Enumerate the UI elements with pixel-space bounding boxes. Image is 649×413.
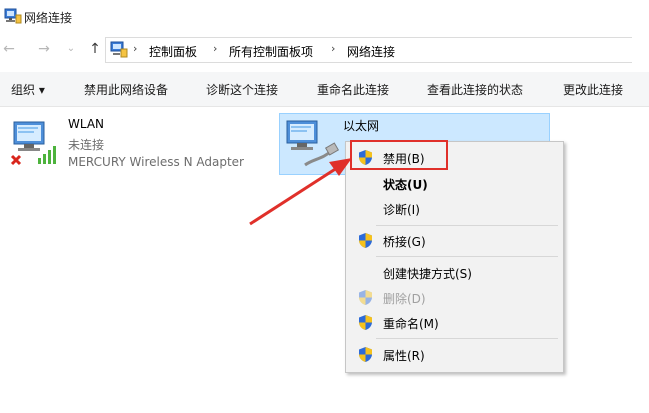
wireless-adapter-icon [10, 121, 56, 166]
connection-status: 未连接 [68, 138, 105, 152]
view-status-button[interactable]: 查看此连接的状态 [427, 81, 523, 98]
chevron-right-icon[interactable]: › [331, 42, 335, 55]
menu-item-label: 属性(R) [383, 349, 425, 363]
control-panel-icon [110, 41, 128, 58]
recent-locations-button[interactable]: ⌄ [62, 40, 80, 58]
title-bar: 网络连接 [0, 0, 649, 34]
menu-item-bridge[interactable]: 桥接(G) [346, 229, 563, 253]
menu-separator [376, 338, 558, 339]
uac-shield-icon [359, 290, 372, 305]
menu-item-label: 重命名(M) [383, 317, 439, 331]
breadcrumb-all-items[interactable]: 所有控制面板项 [229, 43, 313, 60]
menu-item-label: 创建快捷方式(S) [383, 267, 472, 281]
ethernet-adapter-icon [286, 120, 340, 167]
menu-item-status[interactable]: 状态(U) [346, 172, 563, 196]
window-title: 网络连接 [24, 11, 73, 25]
chevron-right-icon[interactable]: › [133, 42, 137, 55]
diagnose-button[interactable]: 诊断这个连接 [206, 81, 278, 98]
menu-item-label: 桥接(G) [383, 235, 426, 249]
command-bar: 组织 ▾ 禁用此网络设备 诊断这个连接 重命名此连接 查看此连接的状态 更改此连… [0, 72, 649, 107]
menu-item-diagnose[interactable]: 诊断(I) [346, 197, 563, 221]
menu-item-properties[interactable]: 属性(R) [346, 343, 563, 367]
menu-item-label: 诊断(I) [383, 203, 420, 217]
menu-item-create-shortcut[interactable]: 创建快捷方式(S) [346, 261, 563, 285]
rename-button[interactable]: 重命名此连接 [317, 81, 389, 98]
connection-name: WLAN [68, 117, 105, 131]
connection-name: 以太网 [343, 119, 380, 133]
organize-button[interactable]: 组织 ▾ [11, 81, 45, 98]
menu-item-delete: 删除(D) [346, 286, 563, 310]
address-field[interactable]: › 控制面板 › 所有控制面板项 › 网络连接 [105, 37, 632, 63]
context-menu: 禁用(B) 状态(U) 诊断(I) 桥接(G) 创建快捷方式(S) 删除(D) … [345, 141, 564, 373]
network-connections-icon [4, 8, 22, 24]
menu-item-rename[interactable]: 重命名(M) [346, 311, 563, 335]
menu-item-label: 状态(U) [383, 178, 428, 192]
change-settings-button[interactable]: 更改此连接 [563, 81, 623, 98]
up-button[interactable]: ↑ [86, 40, 104, 58]
annotation-highlight-box [350, 140, 448, 170]
uac-shield-icon [359, 233, 372, 248]
chevron-right-icon[interactable]: › [213, 42, 217, 55]
disable-device-button[interactable]: 禁用此网络设备 [84, 81, 168, 98]
connection-wlan[interactable]: WLAN 未连接 MERCURY Wireless N Adapter [0, 112, 270, 174]
back-button[interactable]: ← [0, 40, 18, 58]
uac-shield-icon [359, 347, 372, 362]
uac-shield-icon [359, 315, 372, 330]
menu-separator [376, 225, 558, 226]
breadcrumb-control-panel[interactable]: 控制面板 [149, 43, 197, 60]
menu-separator [376, 256, 558, 257]
address-bar: ← → ⌄ ↑ › 控制面板 › 所有控制面板项 › 网络连接 [0, 36, 649, 64]
connection-adapter: MERCURY Wireless N Adapter [68, 155, 244, 169]
forward-button[interactable]: → [35, 40, 53, 58]
breadcrumb-network-connections[interactable]: 网络连接 [347, 43, 395, 60]
menu-item-label: 删除(D) [383, 292, 426, 306]
